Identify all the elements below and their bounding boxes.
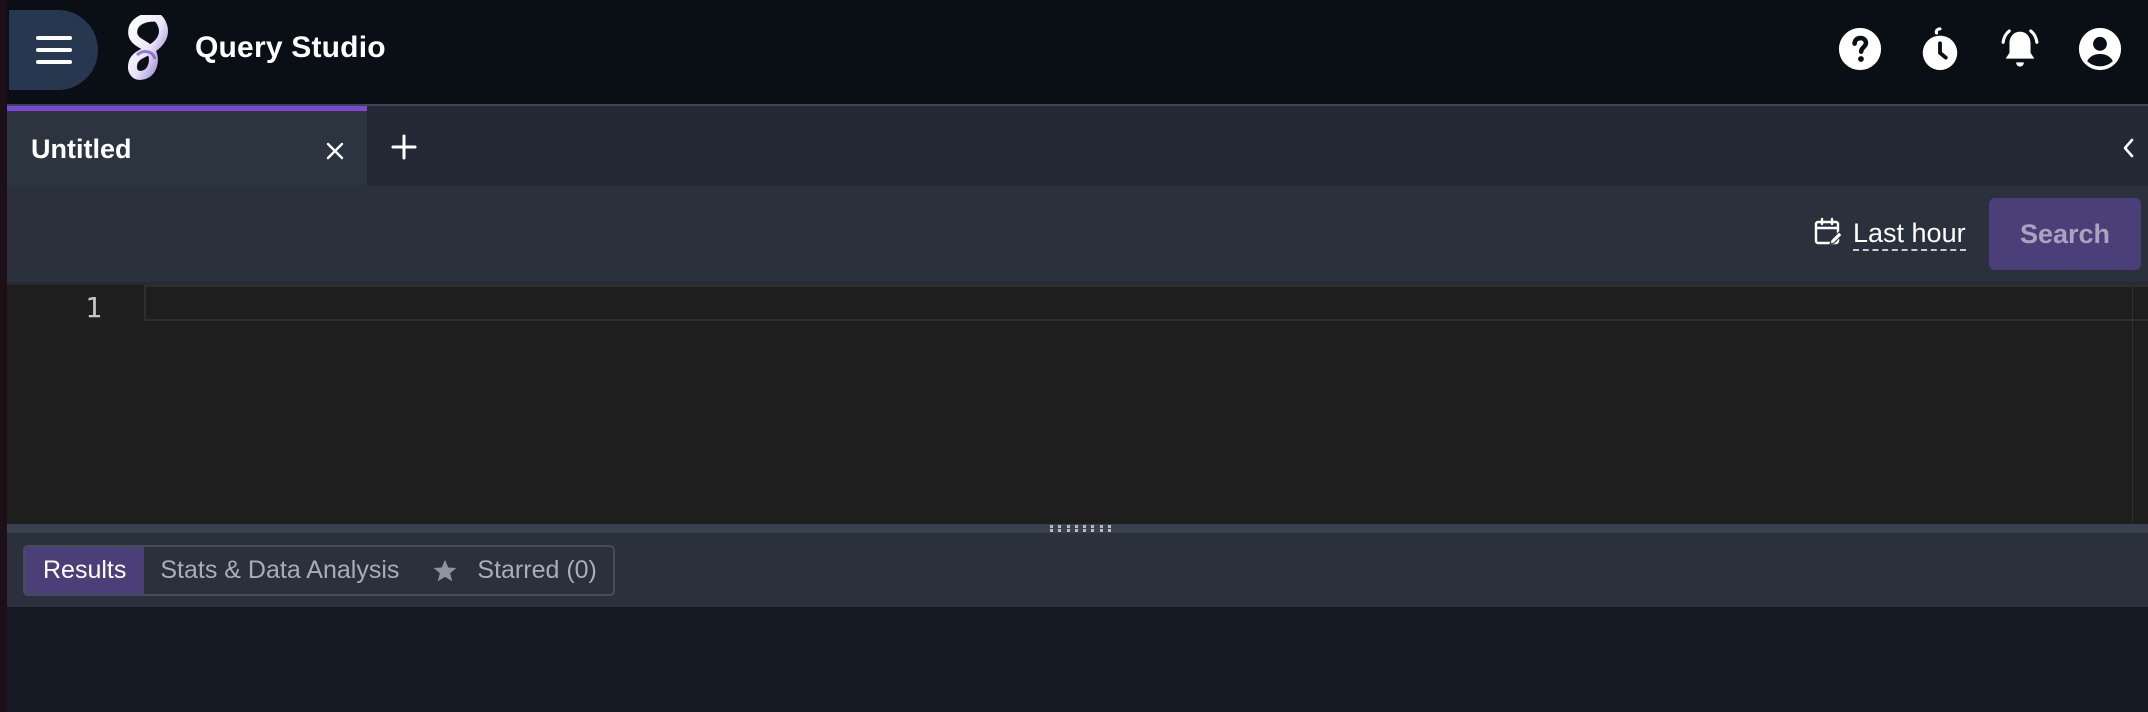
help-icon[interactable] — [1837, 26, 1883, 72]
results-content-area — [7, 607, 2148, 712]
drag-handle-icon[interactable] — [1050, 525, 1112, 532]
query-editor[interactable]: 1 — [7, 282, 2148, 524]
left-edge-strip — [0, 0, 7, 712]
results-panel-header: Results Stats & Data Analysis Starred (0… — [7, 533, 2148, 607]
app-logo — [125, 12, 171, 85]
query-studio-app: Query Studio Untitled Last hour Search 1… — [0, 0, 2148, 712]
line-number-gutter: 1 — [7, 285, 142, 524]
tab-starred[interactable]: Starred (0) — [415, 547, 612, 594]
query-toolbar: Last hour Search — [7, 186, 2148, 282]
calendar-edit-icon — [1813, 217, 1843, 252]
tab-stats-data-analysis[interactable]: Stats & Data Analysis — [144, 547, 415, 594]
plus-icon[interactable] — [387, 130, 421, 164]
search-button[interactable]: Search — [1989, 198, 2141, 270]
account-circle-icon[interactable] — [2077, 26, 2123, 72]
query-tabs-bar: Untitled — [7, 104, 2148, 186]
time-range-label: Last hour — [1853, 217, 1966, 251]
app-title: Query Studio — [195, 31, 386, 64]
query-tab[interactable]: Untitled — [7, 106, 367, 186]
timer-icon[interactable] — [1917, 26, 1963, 72]
resize-splitter[interactable] — [7, 524, 2148, 533]
editor-scrollbar[interactable] — [2132, 285, 2148, 524]
close-icon[interactable] — [319, 135, 351, 167]
notifications-bell-icon[interactable] — [1997, 26, 2043, 72]
main-menu-button[interactable] — [9, 10, 98, 90]
tab-results[interactable]: Results — [25, 547, 145, 594]
hamburger-menu-icon — [35, 36, 72, 64]
time-range-picker[interactable]: Last hour — [1813, 214, 1966, 254]
tab-starred-label: Starred (0) — [477, 556, 597, 584]
line-number: 1 — [85, 291, 102, 324]
star-icon — [433, 559, 457, 581]
chevron-left-icon[interactable] — [2117, 134, 2141, 162]
current-line-highlight[interactable] — [144, 285, 2148, 321]
results-view-switcher: Results Stats & Data Analysis Starred (0… — [23, 545, 615, 596]
top-header: Query Studio — [7, 0, 2148, 104]
query-tab-label: Untitled — [31, 134, 132, 164]
